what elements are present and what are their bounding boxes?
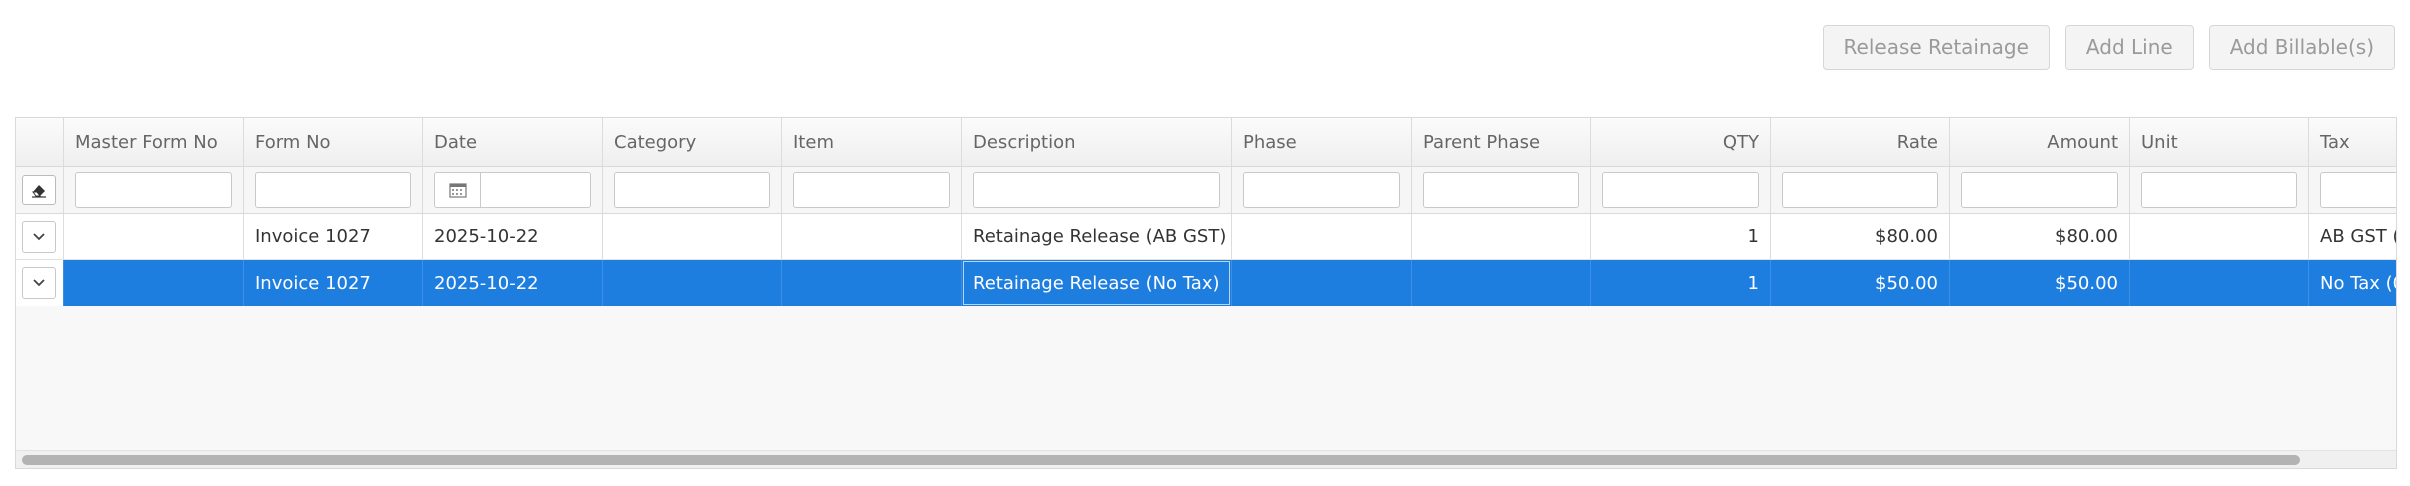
filter-unit-input[interactable]	[2141, 172, 2297, 208]
filter-row	[16, 167, 2396, 214]
header-date[interactable]: Date	[423, 118, 603, 166]
cell-description[interactable]: Retainage Release (AB GST)	[962, 214, 1232, 259]
release-retainage-button[interactable]: Release Retainage	[1822, 25, 2050, 70]
header-tax[interactable]: Tax	[2309, 118, 2396, 166]
header-item[interactable]: Item	[782, 118, 962, 166]
cell-master-form-no[interactable]	[64, 214, 244, 259]
add-billables-button[interactable]: Add Billable(s)	[2208, 25, 2395, 70]
calendar-icon	[448, 183, 467, 198]
cell-unit[interactable]	[2130, 260, 2309, 306]
chevron-down-icon	[33, 232, 45, 240]
scrollbar-thumb[interactable]	[22, 455, 2300, 465]
filter-qty-input[interactable]	[1602, 172, 1759, 208]
filter-item-cell	[782, 167, 962, 213]
cell-form-no[interactable]: Invoice 1027	[244, 260, 423, 306]
horizontal-scrollbar[interactable]	[16, 450, 2396, 468]
cell-date[interactable]: 2025-10-22	[423, 260, 603, 306]
grid-toolbar: Release Retainage Add Line Add Billable(…	[1822, 25, 2395, 70]
header-master-form-no[interactable]: Master Form No	[64, 118, 244, 166]
table-row[interactable]: Invoice 1027 2025-10-22 Retainage Releas…	[16, 214, 2396, 260]
filter-phase-input[interactable]	[1243, 172, 1400, 208]
cell-rate[interactable]: $80.00	[1771, 214, 1950, 259]
filter-amount-input[interactable]	[1961, 172, 2118, 208]
filter-tax-cell	[2309, 167, 2396, 213]
filter-date-cell	[423, 167, 603, 213]
filter-qty-cell	[1591, 167, 1771, 213]
filter-item-input[interactable]	[793, 172, 950, 208]
cell-unit[interactable]	[2130, 214, 2309, 259]
filter-form-no-cell	[244, 167, 423, 213]
cell-parent-phase[interactable]	[1412, 214, 1591, 259]
filter-unit-cell	[2130, 167, 2309, 213]
cell-phase[interactable]	[1232, 214, 1412, 259]
calendar-button[interactable]	[435, 173, 481, 207]
filter-tax-input[interactable]	[2320, 172, 2396, 208]
filter-description-cell	[962, 167, 1232, 213]
cell-qty[interactable]: 1	[1591, 214, 1771, 259]
filter-parent-phase-input[interactable]	[1423, 172, 1579, 208]
cell-form-no[interactable]: Invoice 1027	[244, 214, 423, 259]
cell-date[interactable]: 2025-10-22	[423, 214, 603, 259]
filter-phase-cell	[1232, 167, 1412, 213]
header-description[interactable]: Description	[962, 118, 1232, 166]
filter-date-input[interactable]	[434, 172, 591, 208]
cell-qty[interactable]: 1	[1591, 260, 1771, 306]
cell-rate[interactable]: $50.00	[1771, 260, 1950, 306]
cell-tax[interactable]: No Tax (0	[2309, 260, 2396, 306]
cell-category[interactable]	[603, 260, 782, 306]
filter-master-form-no-input[interactable]	[75, 172, 232, 208]
header-category[interactable]: Category	[603, 118, 782, 166]
cell-item[interactable]	[782, 214, 962, 259]
line-items-grid: Master Form No Form No Date Category Ite…	[15, 117, 2397, 469]
header-qty[interactable]: QTY	[1591, 118, 1771, 166]
row-select-cell	[16, 214, 64, 259]
header-form-no[interactable]: Form No	[244, 118, 423, 166]
filter-rate-cell	[1771, 167, 1950, 213]
cell-description-editing[interactable]: Retainage Release (No Tax)	[962, 260, 1232, 306]
filter-parent-phase-cell	[1412, 167, 1591, 213]
chevron-down-icon	[33, 279, 45, 287]
clear-filters-button[interactable]	[22, 175, 56, 205]
filter-clear-cell	[16, 167, 64, 213]
header-amount[interactable]: Amount	[1950, 118, 2130, 166]
cell-amount[interactable]: $50.00	[1950, 260, 2130, 306]
filter-description-input[interactable]	[973, 172, 1220, 208]
filter-rate-input[interactable]	[1782, 172, 1938, 208]
cell-category[interactable]	[603, 214, 782, 259]
header-select	[16, 118, 64, 166]
row-expand-button[interactable]	[22, 267, 56, 299]
cell-parent-phase[interactable]	[1412, 260, 1591, 306]
row-select-cell	[16, 260, 64, 306]
eraser-icon	[32, 185, 46, 198]
filter-category-cell	[603, 167, 782, 213]
cell-tax[interactable]: AB GST (5	[2309, 214, 2396, 259]
table-row-selected[interactable]: Invoice 1027 2025-10-22 Retainage Releas…	[16, 260, 2396, 306]
filter-master-form-no-cell	[64, 167, 244, 213]
header-rate[interactable]: Rate	[1771, 118, 1950, 166]
header-parent-phase[interactable]: Parent Phase	[1412, 118, 1591, 166]
filter-category-input[interactable]	[614, 172, 770, 208]
cell-item[interactable]	[782, 260, 962, 306]
header-phase[interactable]: Phase	[1232, 118, 1412, 166]
cell-phase[interactable]	[1232, 260, 1412, 306]
add-line-button[interactable]: Add Line	[2064, 25, 2194, 70]
cell-master-form-no[interactable]	[64, 260, 244, 306]
header-row: Master Form No Form No Date Category Ite…	[16, 118, 2396, 167]
filter-form-no-input[interactable]	[255, 172, 411, 208]
row-expand-button[interactable]	[22, 220, 56, 253]
header-unit[interactable]: Unit	[2130, 118, 2309, 166]
cell-amount[interactable]: $80.00	[1950, 214, 2130, 259]
cell-focus-outline	[963, 261, 1230, 305]
filter-amount-cell	[1950, 167, 2130, 213]
